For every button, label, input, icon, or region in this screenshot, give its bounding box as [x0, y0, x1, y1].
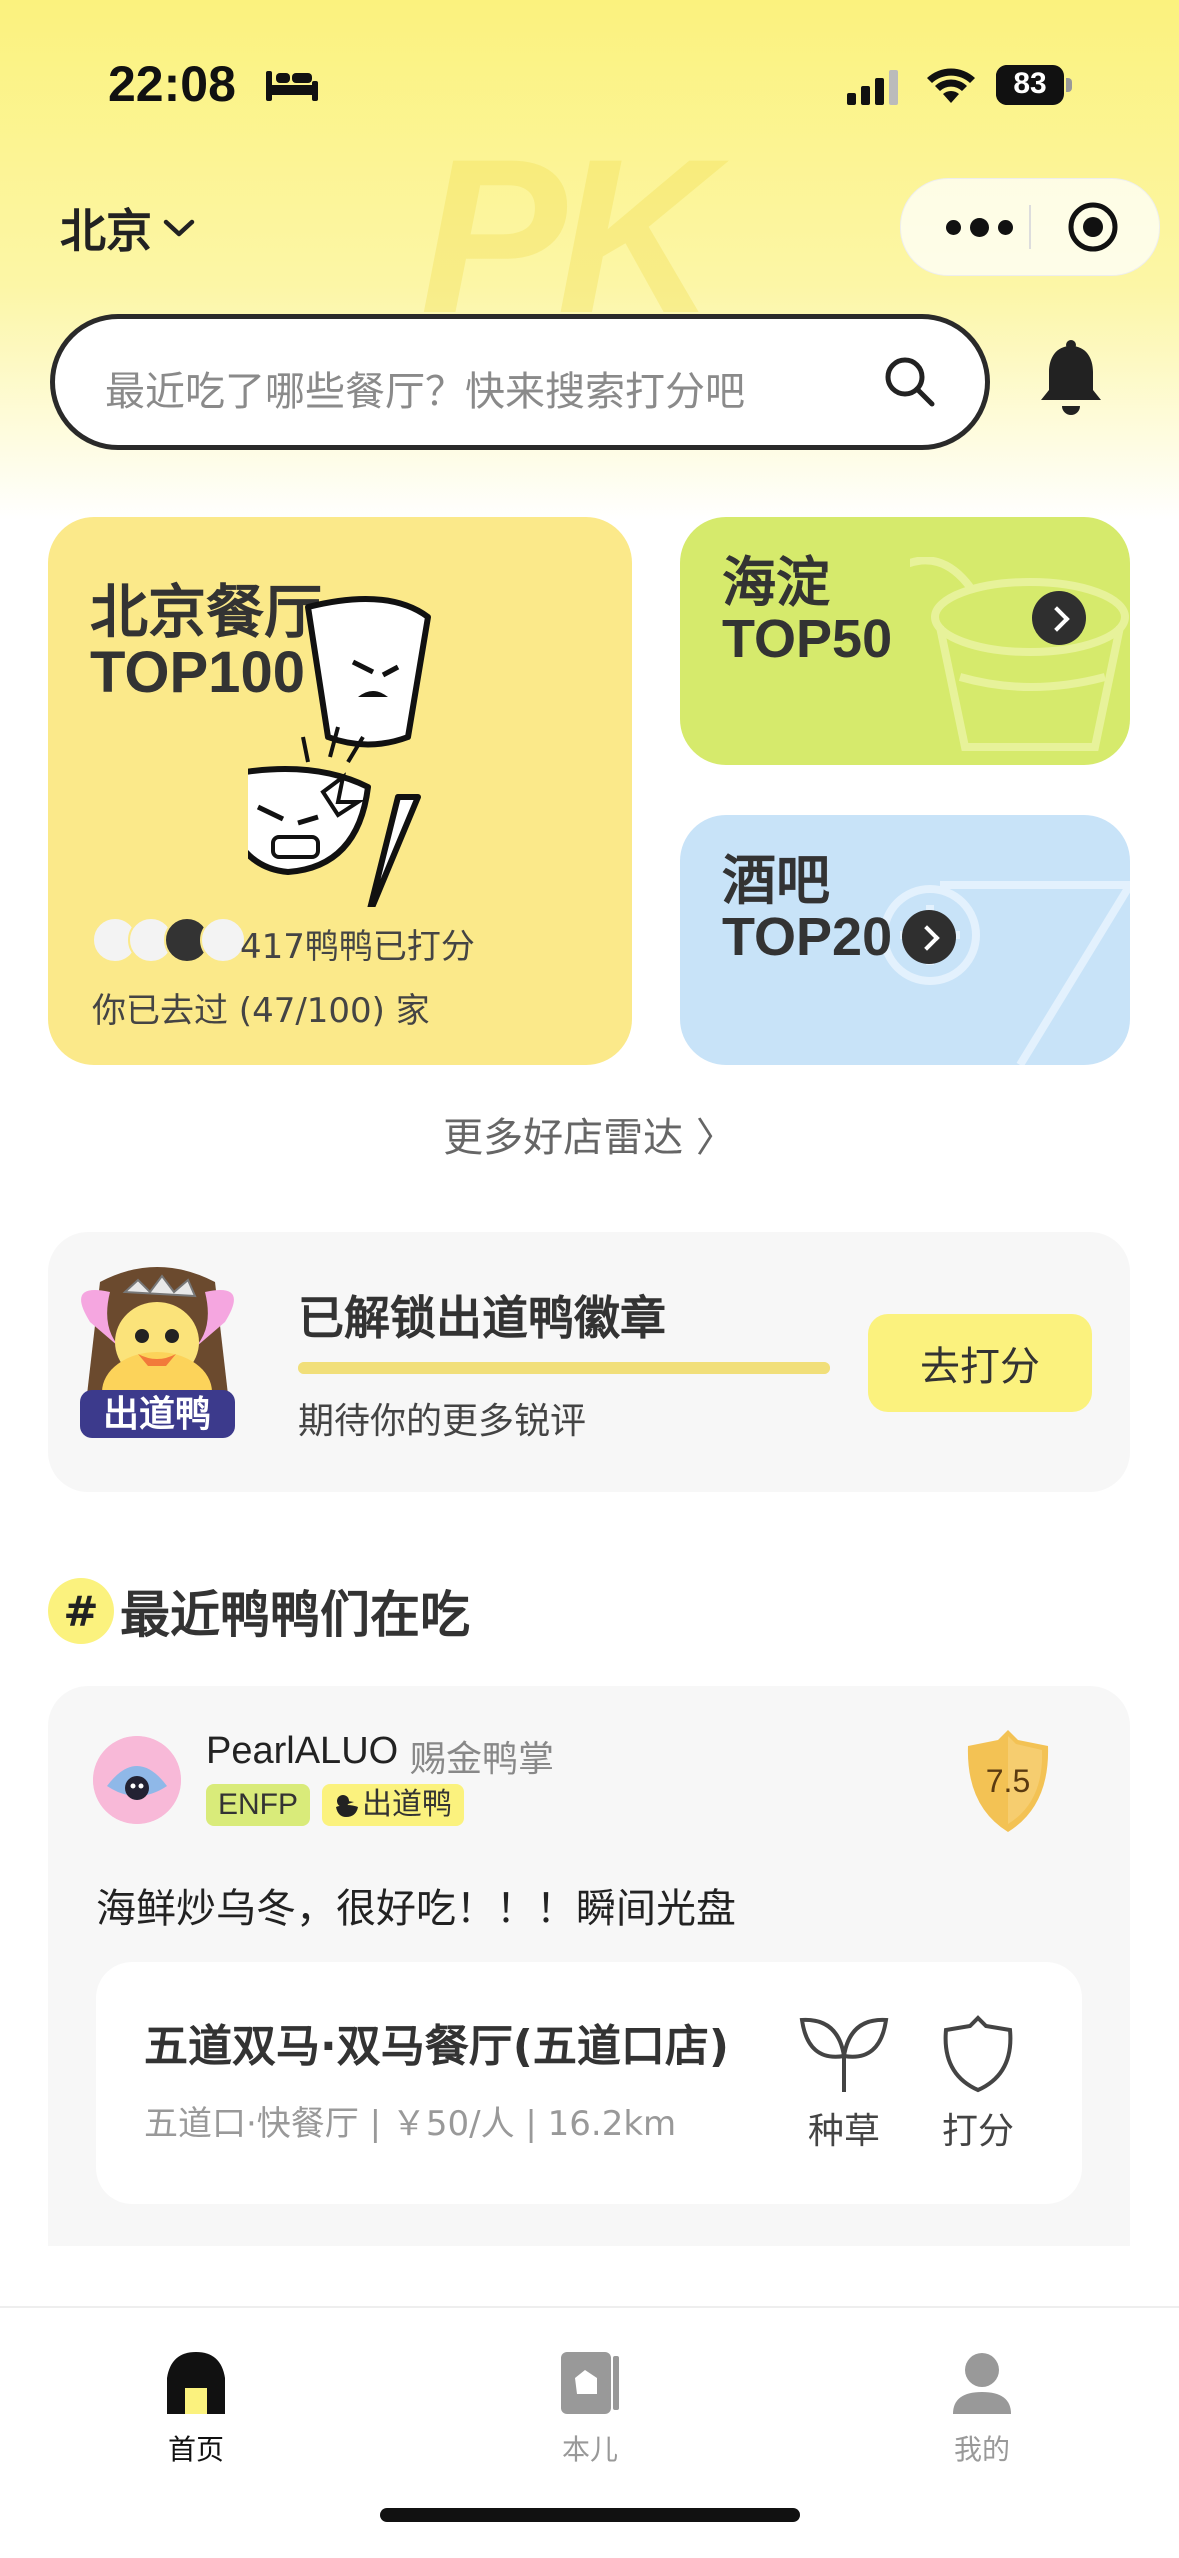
- go-score-button[interactable]: 去打分: [868, 1314, 1092, 1412]
- duck-badge-label: 出道鸭: [362, 1787, 452, 1822]
- user-name[interactable]: PearlALUO: [206, 1730, 398, 1773]
- bowls-fighting-illustration: [248, 596, 431, 907]
- rate-label: 打分: [941, 2111, 1014, 2152]
- user-icon: [953, 2353, 1011, 2414]
- review-text: 海鲜炒乌冬，很好吃！！！瞬间光盘: [96, 1886, 736, 1932]
- card-title-line1: 海淀: [722, 553, 830, 613]
- badge-unlock-card: 出道鸭 已解锁出道鸭徽章 期待你的更多锐评 去打分: [48, 1232, 1130, 1492]
- search-placeholder: 最近吃了哪些餐厅？快来搜索打分吧: [105, 369, 745, 415]
- bar-top20-card[interactable]: 酒吧 TOP20: [680, 815, 1130, 1065]
- bell-icon[interactable]: [1036, 340, 1106, 420]
- plant-grass-label: 种草: [807, 2111, 880, 2152]
- feed-post: PearlALUO 赐金鸭掌 ENFP 出道鸭 7.5 海鲜炒乌冬，很好吃！！！…: [48, 1686, 1130, 2246]
- search-icon[interactable]: [880, 352, 940, 412]
- haidian-top50-card[interactable]: 海淀 TOP50: [680, 517, 1130, 765]
- rater-count: 417鸭鸭已打分: [240, 927, 475, 967]
- home-indicator: [380, 2508, 800, 2522]
- tab-book-label: 本儿: [561, 2433, 618, 2466]
- arrow-right-icon: [1032, 591, 1086, 645]
- section-title-text: 最近鸭鸭们在吃: [120, 1586, 470, 1644]
- book-icon: [561, 2352, 619, 2414]
- close-miniprogram-icon[interactable]: [1067, 201, 1119, 253]
- arrow-right-icon: [902, 910, 957, 964]
- badge-title: 已解锁出道鸭徽章: [298, 1291, 666, 1345]
- battery-indicator: 83: [996, 65, 1076, 105]
- shield-icon: [943, 2015, 1013, 2093]
- duck-icon: [336, 1794, 358, 1817]
- city-selector[interactable]: 北京: [60, 195, 196, 261]
- score-shield: 7.5: [967, 1730, 1049, 1832]
- duck-badge-tag: 出道鸭: [322, 1784, 464, 1826]
- debut-duck-badge: 出道鸭: [80, 1267, 235, 1438]
- battery-percentage: 83: [1013, 67, 1047, 100]
- plant-grass-button[interactable]: 种草: [794, 2014, 894, 2154]
- avatar[interactable]: [93, 1736, 181, 1824]
- tab-book[interactable]: 本儿: [490, 2348, 690, 2468]
- status-time: 22:08: [108, 56, 236, 112]
- card-title-line2: TOP50: [722, 609, 893, 669]
- wifi-icon: [927, 68, 975, 103]
- home-icon: [167, 2352, 225, 2414]
- badge-subtitle: 期待你的更多锐评: [298, 1401, 587, 1442]
- mbti-tag: ENFP: [206, 1784, 311, 1826]
- restaurant-name: 五道双马·双马餐厅(五道口店): [144, 2021, 729, 2072]
- visited-progress-text: 你已去过 (47/100) 家: [92, 991, 430, 1031]
- restaurant-meta: 五道口·快餐厅 | ￥50/人 | 16.2km: [144, 2104, 677, 2144]
- user-title: 赐金鸭掌: [410, 1739, 555, 1780]
- tab-home-label: 首页: [167, 2433, 224, 2466]
- tab-home[interactable]: 首页: [96, 2348, 296, 2468]
- more-radar-link[interactable]: 更多好店雷达 〉: [0, 1105, 1179, 1163]
- rater-avatars: [92, 917, 246, 963]
- drink-cup-illustration: [910, 557, 1129, 751]
- more-options-icon[interactable]: [929, 179, 1029, 275]
- tab-me-label: 我的: [953, 2433, 1010, 2466]
- score-value: 7.5: [986, 1763, 1030, 1799]
- restaurant-card[interactable]: 五道双马·双马餐厅(五道口店) 五道口·快餐厅 | ￥50/人 | 16.2km…: [96, 1962, 1082, 2204]
- city-label: 北京: [60, 204, 152, 258]
- search-input[interactable]: 最近吃了哪些餐厅？快来搜索打分吧: [50, 314, 990, 450]
- section-title: # 最近鸭鸭们在吃: [48, 1576, 470, 1646]
- card-title-line1: 酒吧: [722, 851, 830, 911]
- beijing-top100-card[interactable]: 北京餐厅 TOP100 417鸭鸭已打分 你已去过 (47/100) 家: [48, 517, 632, 1065]
- sprout-icon: [799, 2017, 889, 2092]
- badge-progress-bar: [298, 1362, 830, 1374]
- card-title-line2: TOP20: [722, 907, 893, 967]
- chevron-down-icon: [163, 219, 195, 237]
- tab-me[interactable]: 我的: [882, 2348, 1082, 2468]
- badge-label: 出道鸭: [103, 1394, 211, 1435]
- sleep-focus-icon: [266, 71, 318, 101]
- pearl-shell-icon: [93, 1736, 181, 1824]
- rate-button[interactable]: 打分: [928, 2014, 1028, 2154]
- status-bar: 22:08 83: [0, 55, 1179, 115]
- cellular-signal-icon: [847, 70, 898, 105]
- hash-icon: #: [48, 1578, 114, 1644]
- miniprogram-capsule: [900, 178, 1160, 276]
